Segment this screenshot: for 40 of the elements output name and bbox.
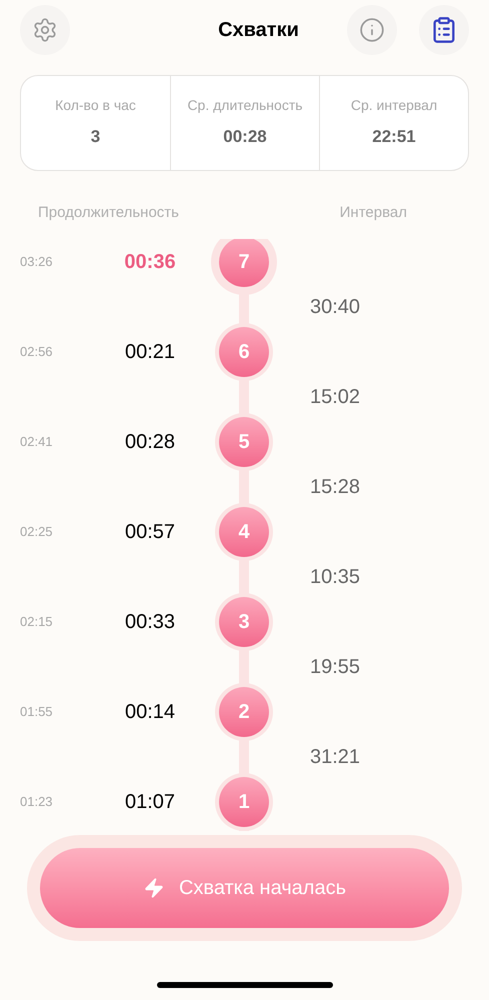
start-time: 02:15 (19, 612, 54, 631)
stat-label: Ср. интервал (350, 96, 438, 114)
interval-time: 30:40 (310, 294, 360, 320)
stat-value: 22:51 (372, 126, 416, 148)
contraction-node[interactable]: 5 (219, 416, 269, 466)
stat-value: 00:28 (223, 126, 267, 148)
stat-label: Ср. длительность (186, 96, 304, 114)
duration: 00:14 (124, 700, 176, 724)
interval-time: 31:21 (310, 744, 360, 770)
start-time: 02:56 (19, 342, 54, 361)
start-time: 01:23 (19, 792, 54, 811)
interval-time: 10:35 (310, 564, 360, 590)
screen-title: Схватки (218, 18, 299, 43)
duration: 00:57 (124, 520, 176, 544)
start-time: 02:41 (19, 432, 54, 451)
start-contraction-button[interactable]: Схватка началась (40, 848, 449, 928)
column-heading: Интервал (340, 203, 407, 222)
start-time: 01:55 (19, 702, 54, 721)
contraction-node[interactable]: 6 (219, 326, 269, 376)
contraction-node[interactable]: 3 (219, 596, 269, 646)
duration: 00:21 (124, 340, 176, 364)
contraction-node[interactable]: 7 (219, 239, 269, 286)
interval-time: 15:28 (310, 474, 360, 500)
duration: 00:36 (123, 250, 177, 274)
contraction-node[interactable]: 1 (219, 776, 269, 826)
duration: 00:28 (124, 430, 176, 454)
interval-time: 19:55 (310, 654, 360, 680)
contraction-node[interactable]: 4 (219, 506, 269, 556)
lightning-icon (142, 877, 165, 899)
duration: 01:07 (124, 790, 176, 814)
info-icon (358, 17, 385, 43)
contraction-node[interactable]: 2 (219, 686, 269, 736)
start-time: 03:26 (19, 252, 54, 271)
stat-label: Кол-во в час (54, 96, 137, 114)
interval-time: 15:02 (310, 384, 360, 410)
settings-icon (32, 17, 58, 43)
start-time: 02:25 (19, 522, 54, 541)
duration: 00:33 (124, 610, 176, 634)
column-heading: Продолжительность (38, 203, 179, 222)
stat-value: 3 (90, 126, 100, 148)
